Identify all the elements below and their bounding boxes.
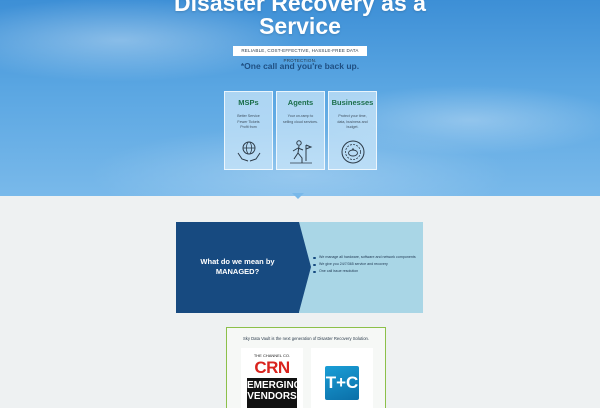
hero-callout: *One call and you're back up.: [240, 61, 360, 71]
list-item: We give you 24/7/365 service and recover…: [313, 262, 417, 267]
card-desc-line: budget.: [346, 125, 359, 129]
hero-section: Disaster Recovery as a Service RELIABLE,…: [0, 0, 600, 196]
hero-title-line2: Service: [259, 13, 341, 39]
card-title: Agents: [287, 98, 314, 107]
awards-section: Sky Data Vault is the next generation of…: [226, 327, 386, 408]
hero-title: Disaster Recovery as a Service: [0, 0, 600, 38]
managed-panel: What do we mean by MANAGED?: [176, 222, 299, 313]
card-msps[interactable]: MSPs Better Service Fewer Tickets Profit…: [224, 91, 273, 170]
awards-text: Sky Data Vault is the next generation of…: [242, 336, 370, 341]
managed-title: What do we mean by MANAGED?: [200, 257, 275, 276]
managed-points-list: We manage all hardware, software and net…: [313, 255, 417, 276]
piggy-bank-circle-icon: [341, 140, 365, 164]
card-description: Better Service Fewer Tickets Profit from: [228, 114, 269, 131]
crn-award-logo[interactable]: THE CHANNEL CO. CRN EMERGING VENDORS: [241, 348, 303, 408]
crn-emerging-vendors: EMERGING VENDORS: [247, 378, 302, 408]
tc-partner-logo[interactable]: T+C: [311, 348, 373, 408]
list-item: One call issue resolution: [313, 269, 417, 274]
walker-flag-icon: [290, 140, 313, 164]
hero-pointer-arrow: [292, 193, 304, 199]
card-description: Protect your time, data, business and bu…: [332, 114, 373, 131]
globe-hands-icon: [237, 141, 261, 162]
list-item: We manage all hardware, software and net…: [313, 255, 417, 260]
card-desc-line: selling cloud services.: [283, 119, 318, 124]
managed-arrow: [299, 222, 311, 312]
card-title: Businesses: [331, 98, 374, 107]
card-agents[interactable]: Agents Your on-ramp to selling cloud ser…: [276, 91, 325, 170]
crn-line: EMERGING: [247, 380, 302, 391]
card-businesses[interactable]: Businesses Protect your time, data, busi…: [328, 91, 377, 170]
managed-points-panel: We manage all hardware, software and net…: [299, 222, 423, 313]
hero-tagline: RELIABLE, COST-EFFECTIVE, HASSLE-FREE DA…: [233, 46, 367, 63]
crn-line: VENDORS: [247, 391, 297, 402]
card-description: Your on-ramp to selling cloud services.: [280, 114, 321, 125]
crn-wordmark: CRN: [254, 358, 290, 377]
tc-logo-mark: T+C: [325, 366, 359, 400]
card-desc-line: Profit from: [240, 125, 257, 129]
card-title: MSPs: [238, 98, 259, 107]
